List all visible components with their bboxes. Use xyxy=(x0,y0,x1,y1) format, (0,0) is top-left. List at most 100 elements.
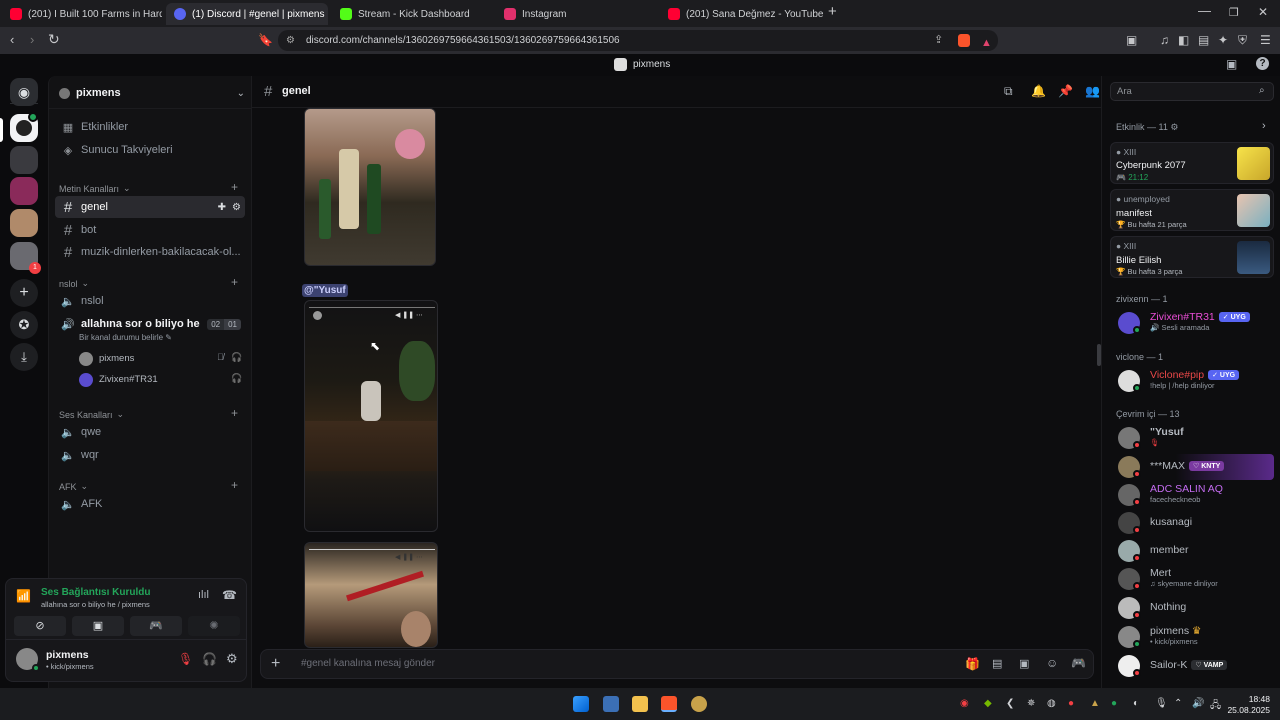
image-attachment-3[interactable]: ◀ ❚❚ ⋯ xyxy=(304,542,438,648)
vpn-icon[interactable]: ⛨ xyxy=(1238,32,1247,48)
share-icon[interactable]: ⇪ xyxy=(934,30,943,51)
tab-discord[interactable]: (1) Discord | #genel | pixmens ✕ xyxy=(166,3,328,25)
tray-app-icon[interactable]: ◉ xyxy=(960,698,969,709)
server-2[interactable] xyxy=(10,146,38,174)
activity-card-manifest[interactable]: ● unemployed manifest 🏆 Bu hafta 21 parç… xyxy=(1110,189,1274,231)
new-tab-icon[interactable]: + xyxy=(828,4,837,20)
user-mention[interactable]: @"Yusuf xyxy=(302,284,348,297)
add-server-icon[interactable]: + xyxy=(10,279,38,307)
activity-header[interactable]: Etkinlik — 11 ⚙ xyxy=(1116,122,1178,133)
download-icon[interactable]: ⤓ xyxy=(10,343,38,371)
add-channel-icon[interactable]: + xyxy=(231,406,238,420)
forward-icon[interactable]: › xyxy=(30,32,34,48)
category-text[interactable]: Metin Kanalları ⌄ xyxy=(59,183,131,194)
member-viclone[interactable]: Viclone#pip ✓ UYG !help | /help dinliyor xyxy=(1118,368,1278,394)
tab-list-icon[interactable]: ▣ xyxy=(1126,32,1137,48)
voice-status[interactable]: Ses Bağlantısı Kuruldu xyxy=(41,587,150,598)
wallet-icon[interactable]: ▤ xyxy=(1198,32,1209,48)
tab-youtube-farms[interactable]: (201) I Built 100 Farms in Hardcore M xyxy=(2,3,162,25)
channel-genel[interactable]: # genel ✚ ⚙ xyxy=(55,196,245,218)
app-icon[interactable] xyxy=(691,696,707,712)
tab-kick[interactable]: Stream - Kick Dashboard xyxy=(332,3,492,25)
channel-muzik[interactable]: # muzik-dinlerken-bakilacacak-ol... xyxy=(55,241,245,263)
server-boosts-item[interactable]: ◈ Sunucu Takviyeleri xyxy=(55,139,245,161)
add-attachment-icon[interactable]: + xyxy=(271,655,280,673)
microphone-icon[interactable]: 🎙 xyxy=(1155,698,1168,709)
invite-icon[interactable]: ✚ xyxy=(218,202,226,213)
start-icon[interactable] xyxy=(573,696,589,712)
nvidia-icon[interactable]: ◆ xyxy=(984,698,992,709)
member-sailor[interactable]: Sailor-K ♡ VAMP xyxy=(1118,653,1278,679)
member-zivixen[interactable]: Zivixen#TR31 ✓ UYG 🔊 Sesli aramada xyxy=(1118,310,1278,336)
leo-icon[interactable]: ✦ xyxy=(1218,32,1228,48)
voice-status-prompt[interactable]: Bir kanal durumu belirle ✎ xyxy=(79,333,172,342)
category-nslol[interactable]: nslol ⌄ xyxy=(59,278,89,289)
member-kusanagi[interactable]: kusanagi xyxy=(1118,510,1278,536)
rewards-icon[interactable]: ▲ xyxy=(981,33,992,54)
member-max[interactable]: ***MAX ♡ KNTY xyxy=(1118,454,1278,480)
discord-home-icon[interactable]: ◉ xyxy=(10,78,38,106)
voice-user-pixmens[interactable]: pixmens 🎙̸ 🎧 xyxy=(79,350,244,368)
voice-user-zivixen[interactable]: Zivixen#TR31 🎧 xyxy=(79,371,244,389)
activity-card-cyberpunk[interactable]: ● XIII Cyberpunk 2077 🎮 21:12 xyxy=(1110,142,1274,184)
noise-suppression-icon[interactable]: ılıl xyxy=(198,589,209,601)
music-icon[interactable]: ♫ xyxy=(1160,32,1169,48)
tab-youtube-song[interactable]: (201) Sana Değmez - YouTube xyxy=(660,3,824,25)
member-mert[interactable]: Mert ♫ skyemane dinliyor xyxy=(1118,566,1278,592)
tray-app-icon[interactable]: ● xyxy=(1111,698,1117,709)
back-icon[interactable]: ‹ xyxy=(10,32,14,48)
brave-browser-icon[interactable] xyxy=(661,696,677,712)
voice-channel-qwe[interactable]: 🔈 qwe xyxy=(55,421,245,443)
camera-button[interactable]: ⊘ xyxy=(14,616,66,636)
pin-icon[interactable]: 📌 xyxy=(1058,84,1073,98)
minimize-icon[interactable]: — xyxy=(1198,3,1211,19)
discover-icon[interactable]: ✪ xyxy=(10,311,38,339)
tray-app-icon[interactable]: ● xyxy=(1068,698,1074,709)
sticker-icon[interactable]: ▣ xyxy=(1019,657,1029,670)
events-item[interactable]: ▦ Etkinlikler xyxy=(55,116,245,138)
desktop-app-icon[interactable] xyxy=(603,696,619,712)
activity-button[interactable]: 🎮 xyxy=(130,616,182,636)
clock-date[interactable]: 25.08.2025 xyxy=(1224,705,1270,715)
tray-app-icon[interactable]: ❮ xyxy=(1006,698,1014,709)
tray-app-icon[interactable]: ◐ xyxy=(1133,698,1139,709)
disconnect-icon[interactable]: ☎ xyxy=(222,588,237,602)
add-channel-icon[interactable]: + xyxy=(231,275,238,289)
category-ses-kanallari[interactable]: Ses Kanalları ⌄ xyxy=(59,409,124,420)
screen-share-button[interactable]: ▣ xyxy=(72,616,124,636)
server-header[interactable]: pixmens ⌄ xyxy=(59,84,245,102)
mic-muted-icon[interactable]: 🎙 xyxy=(178,652,193,666)
gif-icon[interactable]: ▤ xyxy=(992,657,1002,670)
gear-icon[interactable]: ⚙ xyxy=(232,202,241,213)
volume-icon[interactable]: 🔊 xyxy=(1192,698,1204,709)
soundboard-button[interactable]: ✺ xyxy=(188,616,240,636)
voice-channel-allahina[interactable]: 🔊 allahına sor o biliyo he 02 01 xyxy=(55,313,245,335)
username[interactable]: pixmens xyxy=(46,649,89,661)
brave-shields-icon[interactable] xyxy=(958,34,970,47)
headphones-deafened-icon[interactable]: 🎧 xyxy=(202,652,217,666)
restore-icon[interactable]: ❐ xyxy=(1229,5,1239,21)
voice-channel-wqr[interactable]: 🔈 wqr xyxy=(55,444,245,466)
gift-icon[interactable]: 🎁 xyxy=(965,657,980,671)
activity-card-billie[interactable]: ● XIII Billie Eilish 🏆 Bu hafta 3 parça xyxy=(1110,236,1274,278)
member-yusuf[interactable]: "Yusuf 🎙 xyxy=(1118,425,1278,451)
member-nothing[interactable]: Nothing xyxy=(1118,595,1278,621)
voice-channel-nslol[interactable]: 🔈 nslol xyxy=(55,290,245,312)
tab-instagram[interactable]: Instagram xyxy=(496,3,656,25)
message-input[interactable]: #genel kanalına mesaj gönder xyxy=(301,658,435,669)
discord-tray-icon[interactable]: ◍ xyxy=(1047,698,1056,709)
site-settings-icon[interactable]: ⚙ xyxy=(286,30,295,51)
chevron-right-icon[interactable]: › xyxy=(1262,120,1266,132)
chevron-up-icon[interactable]: ⌃ xyxy=(1174,698,1182,709)
search-input[interactable]: Ara xyxy=(1117,86,1132,97)
inbox-icon[interactable]: ▣ xyxy=(1226,57,1237,71)
category-afk[interactable]: AFK ⌄ xyxy=(59,481,88,492)
image-attachment-2[interactable]: ◀ ❚❚ ⋯ xyxy=(304,300,438,532)
image-attachment-1[interactable] xyxy=(304,108,436,266)
member-list-icon[interactable]: 👥 xyxy=(1085,84,1100,98)
menu-icon[interactable]: ☰ xyxy=(1260,32,1271,48)
channel-bot[interactable]: # bot xyxy=(55,219,245,241)
voice-channel-path[interactable]: allahına sor o biliyo he / pixmens xyxy=(41,600,150,609)
sidebar-icon[interactable]: ◧ xyxy=(1178,32,1189,48)
threads-icon[interactable]: ⧉ xyxy=(1004,84,1013,99)
